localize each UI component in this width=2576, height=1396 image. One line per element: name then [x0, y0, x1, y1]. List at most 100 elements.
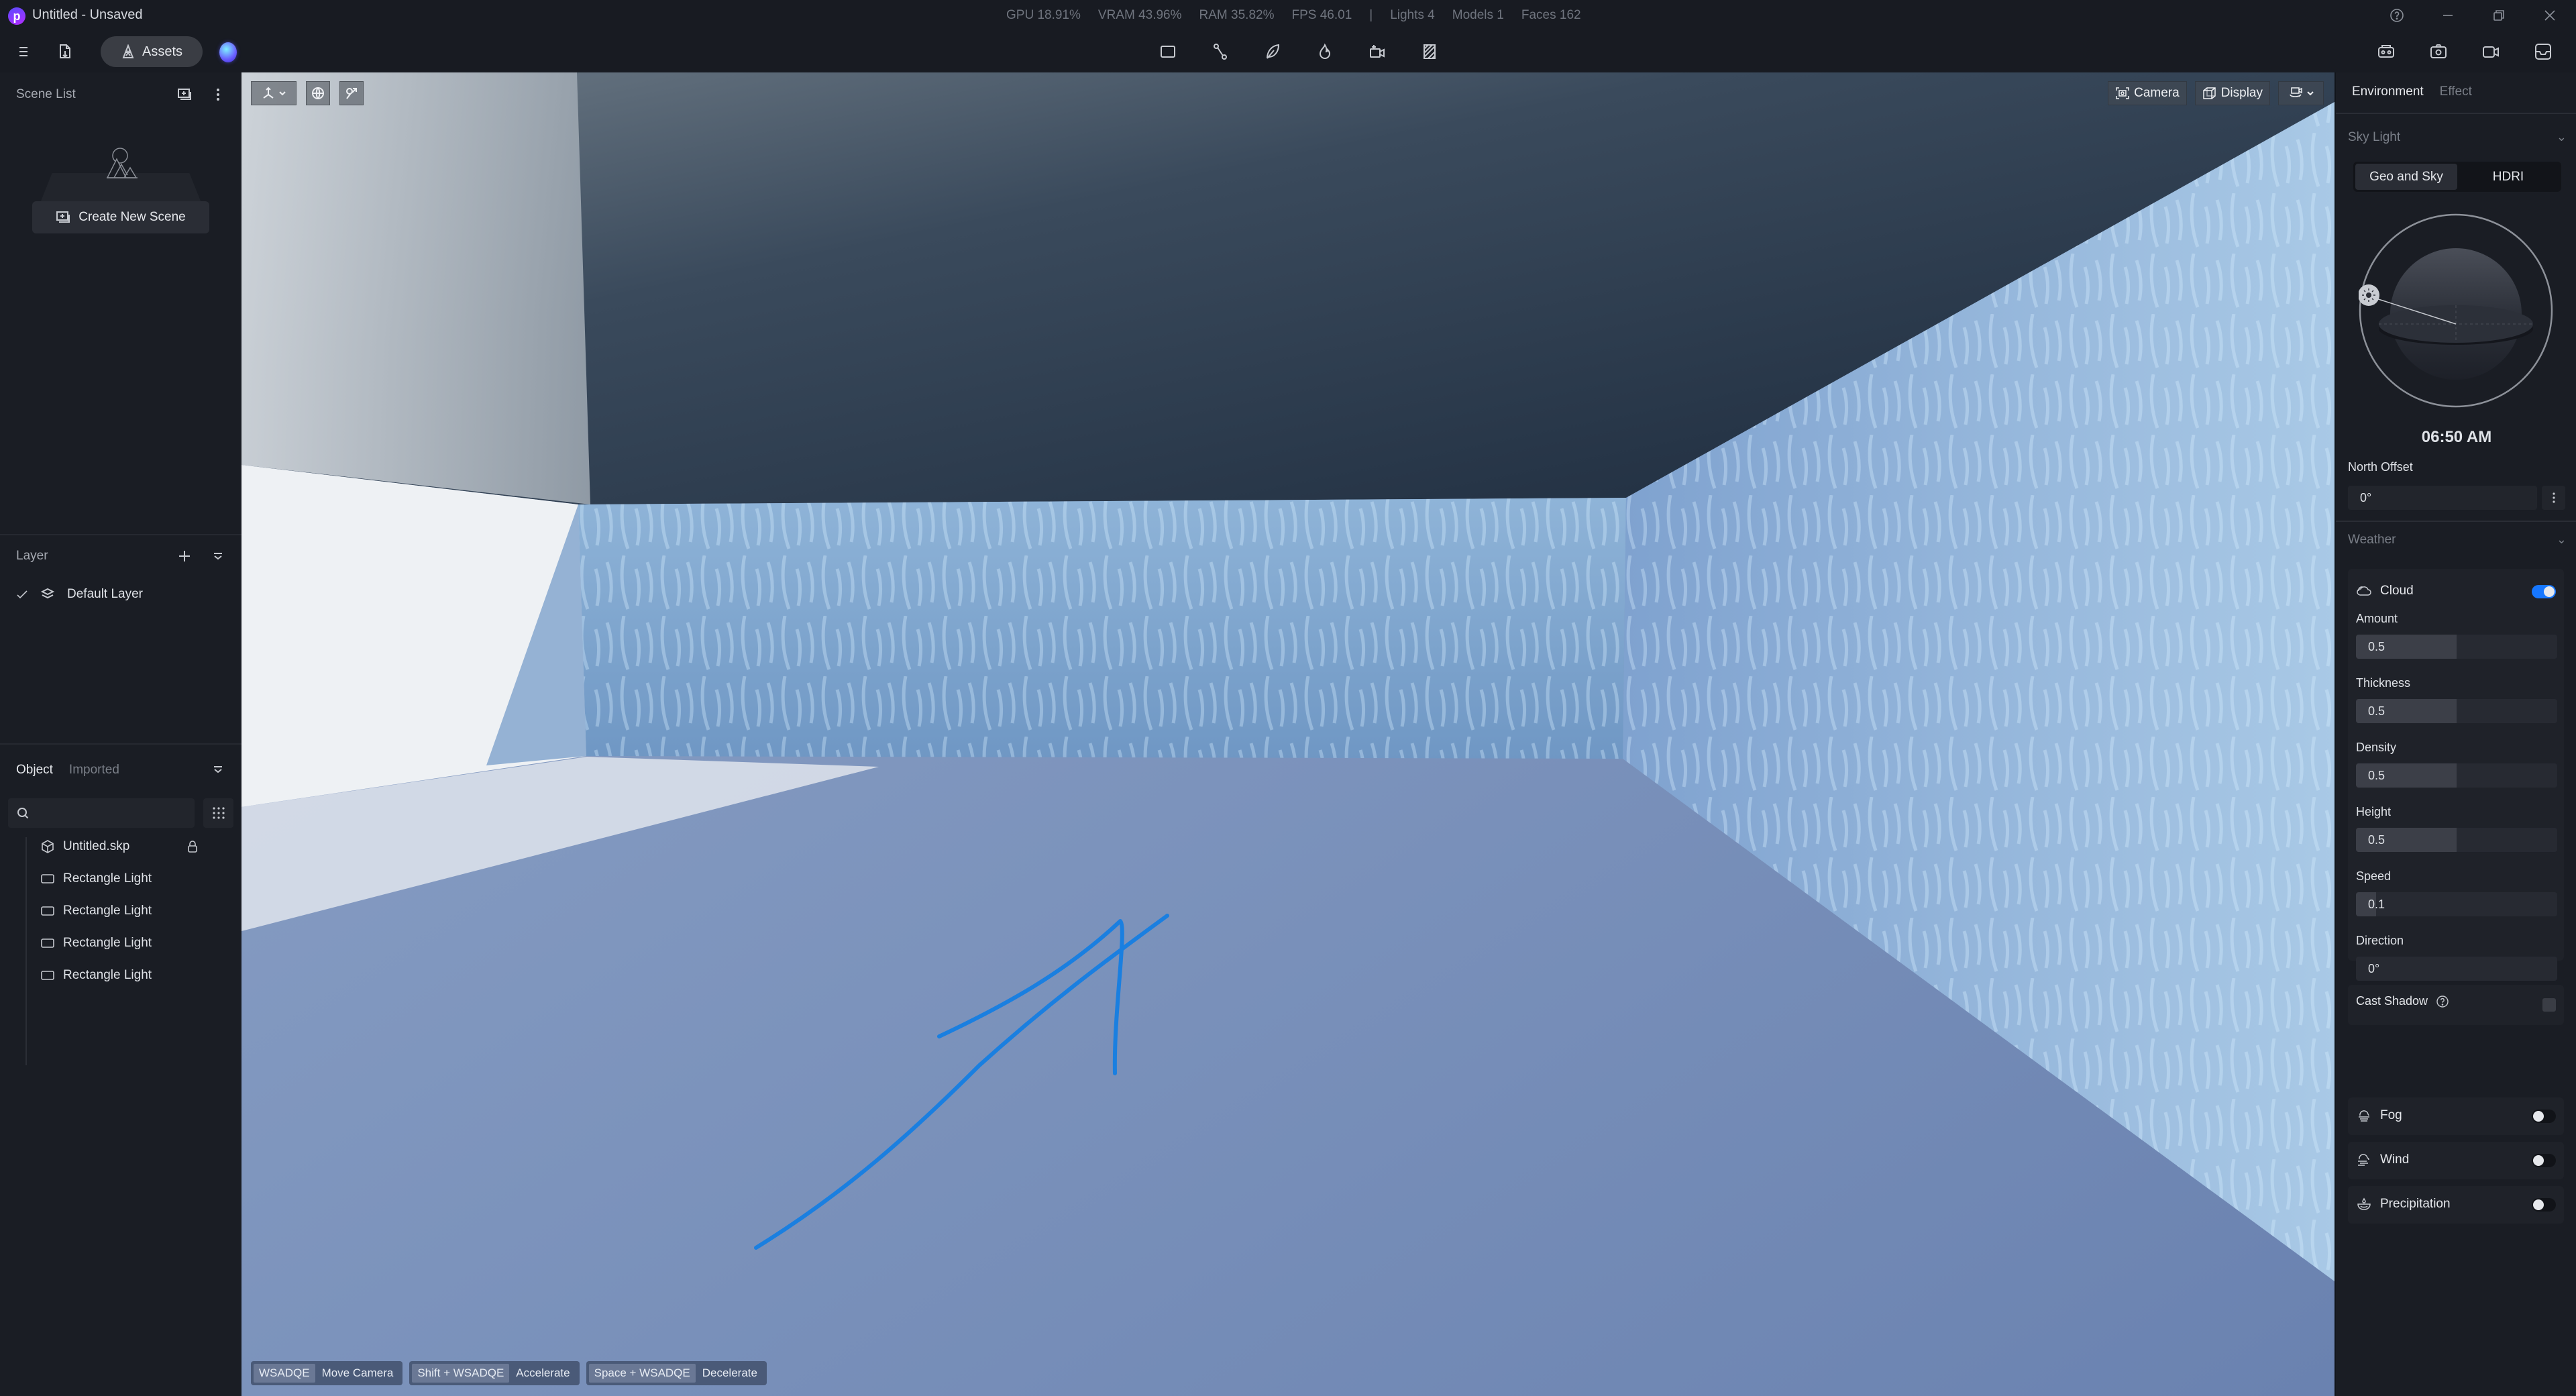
effects-tool-button[interactable]: [1311, 38, 1339, 66]
sky-light-collapse-icon[interactable]: ⌄: [2557, 130, 2567, 144]
camera-add-icon: [1370, 45, 1385, 58]
right-panel: Environment Effect Sky Light ⌄ Geo and S…: [2334, 72, 2576, 1396]
import-file-button[interactable]: [51, 38, 79, 66]
sun-handle[interactable]: [2359, 284, 2379, 306]
center-tool-group: [1154, 38, 1444, 66]
toggle-knob: [2533, 1199, 2544, 1210]
3d-viewport[interactable]: Camera Display WSADQE Move Camera Shift …: [241, 72, 2334, 1396]
video-button[interactable]: [2477, 38, 2505, 66]
globe-icon: [312, 87, 324, 99]
height-slider[interactable]: 0.5: [2356, 828, 2557, 852]
snap-button[interactable]: [339, 81, 364, 105]
tab-effect[interactable]: Effect: [2440, 85, 2472, 99]
vegetation-tool-button[interactable]: [1258, 38, 1287, 66]
height-label: Height: [2356, 805, 2392, 818]
move-axes-icon: [263, 87, 274, 99]
path-tool-button[interactable]: [1206, 38, 1234, 66]
density-slider[interactable]: 0.5: [2356, 763, 2557, 788]
rectangle-icon: [1161, 46, 1175, 58]
chevron-down-icon: [2307, 91, 2314, 96]
assets-label: Assets: [142, 44, 183, 59]
amount-slider[interactable]: 0.5: [2356, 635, 2557, 659]
cloud-toggle[interactable]: [2532, 585, 2556, 598]
cast-shadow-header: Cast Shadow: [2356, 994, 2449, 1008]
thickness-slider[interactable]: 0.5: [2356, 699, 2557, 723]
inbox-button[interactable]: [2529, 38, 2557, 66]
fog-header: Fog: [2356, 1108, 2402, 1123]
tab-imported[interactable]: Imported: [69, 763, 119, 777]
rectangle-tool-button[interactable]: [1154, 38, 1182, 66]
speed-slider[interactable]: 0.1: [2356, 892, 2557, 916]
rectangle-light-icon: [41, 874, 54, 883]
object-item-rectangle-light[interactable]: Rectangle Light: [40, 898, 152, 924]
minimize-button[interactable]: [2438, 5, 2458, 25]
world-space-button[interactable]: [306, 81, 330, 105]
hint-move-camera: WSADQE Move Camera: [251, 1361, 403, 1385]
create-new-scene-button[interactable]: Create New Scene: [32, 201, 209, 233]
weather-title: Weather: [2348, 533, 2396, 547]
vr-button[interactable]: [2372, 38, 2400, 66]
fog-toggle[interactable]: [2532, 1110, 2556, 1123]
layer-title: Layer: [16, 549, 48, 563]
help-icon[interactable]: [2387, 5, 2407, 25]
object-search-input[interactable]: [36, 806, 184, 820]
direction-input[interactable]: 0°: [2356, 957, 2557, 981]
layer-collapse-button[interactable]: [208, 546, 228, 566]
sun-position-dial[interactable]: [2359, 213, 2553, 408]
cast-shadow-label: Cast Shadow: [2356, 994, 2428, 1008]
close-button[interactable]: [2540, 5, 2560, 25]
performance-stats: GPU 18.91% VRAM 43.96% RAM 35.82% FPS 46…: [1006, 8, 1581, 23]
help-icon[interactable]: [2436, 995, 2449, 1008]
object-item-rectangle-light[interactable]: Rectangle Light: [40, 865, 152, 892]
scene-list-more-button[interactable]: [208, 85, 228, 105]
screenshot-button[interactable]: [2424, 38, 2453, 66]
object-item-untitled-skp[interactable]: Untitled.skp: [40, 833, 197, 860]
vr-headset-icon: [2378, 45, 2394, 58]
north-offset-input[interactable]: 0°: [2348, 486, 2537, 510]
add-scene-button[interactable]: [174, 85, 195, 105]
tab-environment[interactable]: Environment: [2352, 85, 2424, 99]
hint-action: Move Camera: [321, 1366, 394, 1379]
fog-icon: [2359, 1110, 2369, 1122]
layer-item-default[interactable]: Default Layer: [16, 587, 143, 602]
hint-accelerate: Shift + WSADQE Accelerate: [409, 1361, 580, 1385]
faces-stat: Faces 162: [1521, 8, 1581, 22]
add-camera-button[interactable]: [1363, 38, 1391, 66]
display-button[interactable]: Display: [2194, 81, 2270, 105]
transform-gizmo-dropdown[interactable]: [251, 81, 297, 105]
restore-button[interactable]: [2489, 5, 2509, 25]
main-toolbar: Assets: [0, 32, 2576, 72]
cast-shadow-checkbox[interactable]: [2542, 998, 2556, 1012]
object-search[interactable]: [8, 798, 195, 828]
stats-separator: |: [1369, 8, 1373, 22]
assets-button[interactable]: Assets: [101, 36, 203, 67]
sun-time: 06:50 AM: [2421, 428, 2492, 446]
mode-hdri[interactable]: HDRI: [2457, 164, 2559, 190]
weather-collapse-icon[interactable]: ⌄: [2557, 533, 2567, 547]
wind-toggle[interactable]: [2532, 1154, 2556, 1167]
slider-value: 0.5: [2368, 769, 2385, 782]
object-item-rectangle-light[interactable]: Rectangle Light: [40, 930, 152, 957]
object-item-rectangle-light[interactable]: Rectangle Light: [40, 962, 152, 989]
ai-assistant-orb[interactable]: [219, 42, 237, 62]
fps-stat: FPS 46.01: [1291, 8, 1352, 22]
search-icon: [17, 808, 29, 819]
thickness-label: Thickness: [2356, 676, 2411, 690]
add-layer-button[interactable]: [174, 546, 195, 566]
precipitation-toggle[interactable]: [2532, 1198, 2556, 1212]
camera-switch-dropdown[interactable]: [2278, 81, 2324, 105]
view-mode-button[interactable]: [203, 798, 233, 828]
lock-icon[interactable]: [186, 840, 199, 853]
object-collapse-button[interactable]: [208, 759, 228, 780]
object-label: Rectangle Light: [63, 904, 152, 918]
fog-label: Fog: [2380, 1108, 2402, 1122]
north-offset-more-button[interactable]: [2542, 486, 2565, 510]
grid-dots-icon: [212, 807, 225, 819]
mode-geo-and-sky[interactable]: Geo and Sky: [2355, 164, 2457, 190]
back-wall-caustics: [578, 498, 1626, 759]
material-tool-button[interactable]: [1415, 38, 1444, 66]
check-icon[interactable]: [16, 588, 28, 600]
tab-object[interactable]: Object: [16, 763, 53, 777]
camera-button[interactable]: Camera: [2108, 81, 2187, 105]
menu-button[interactable]: [9, 38, 38, 66]
